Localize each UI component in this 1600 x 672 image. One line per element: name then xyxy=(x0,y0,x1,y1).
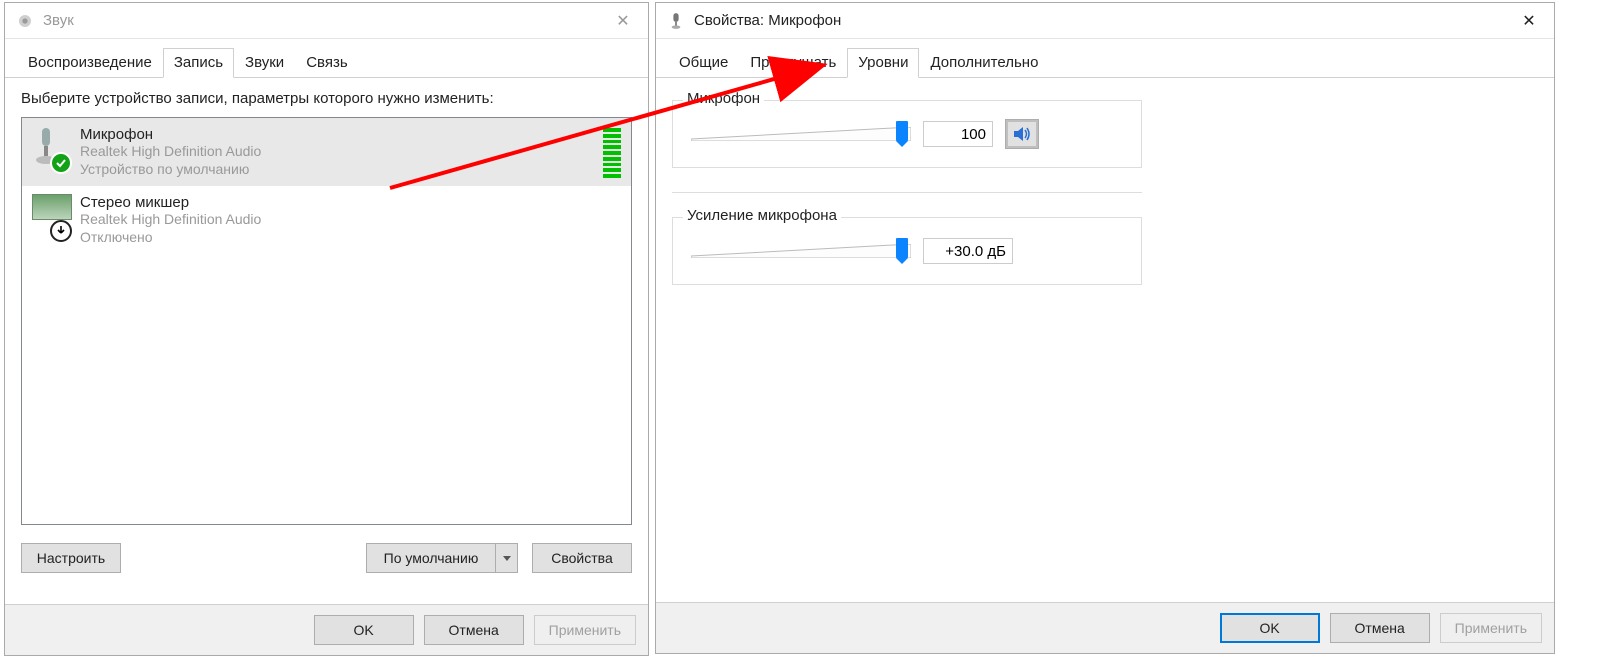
ok-button[interactable]: OK xyxy=(314,615,414,645)
device-list[interactable]: Микрофон Realtek High Definition Audio У… xyxy=(21,117,632,525)
device-status: Устройство по умолчанию xyxy=(80,161,621,179)
cancel-button[interactable]: Отмена xyxy=(424,615,524,645)
tab-general[interactable]: Общие xyxy=(668,48,739,78)
microphone-icon xyxy=(32,126,72,170)
group-legend: Микрофон xyxy=(683,90,764,107)
tab-communications[interactable]: Связь xyxy=(295,48,358,78)
tab-advanced[interactable]: Дополнительно xyxy=(919,48,1049,78)
mic-level-group: Микрофон 100 xyxy=(672,100,1142,168)
window-title: Звук xyxy=(43,12,74,29)
list-item[interactable]: Стерео микшер Realtek High Definition Au… xyxy=(22,186,631,254)
dialog-footer: OK Отмена Применить xyxy=(5,604,648,655)
apply-button[interactable]: Применить xyxy=(534,615,636,645)
window-title: Свойства: Микрофон xyxy=(694,12,841,29)
mic-level-slider[interactable] xyxy=(691,119,911,149)
tabstrip: Воспроизведение Запись Звуки Связь xyxy=(5,39,648,78)
mixer-icon xyxy=(32,194,72,238)
ok-button[interactable]: OK xyxy=(1220,613,1320,643)
close-icon[interactable]: ✕ xyxy=(608,11,638,31)
microphone-icon xyxy=(666,11,686,31)
slider-thumb[interactable] xyxy=(896,238,908,258)
divider xyxy=(672,192,1142,193)
mic-boost-slider[interactable] xyxy=(691,236,911,266)
cancel-button[interactable]: Отмена xyxy=(1330,613,1430,643)
speaker-icon xyxy=(15,11,35,31)
sound-dialog: Звук ✕ Воспроизведение Запись Звуки Связ… xyxy=(4,2,649,656)
slider-thumb[interactable] xyxy=(896,121,908,141)
device-driver: Realtek High Definition Audio xyxy=(80,143,621,161)
mic-boost-value[interactable]: +30.0 дБ xyxy=(923,238,1013,264)
instruction-text: Выберите устройство записи, параметры ко… xyxy=(21,90,632,107)
group-legend: Усиление микрофона xyxy=(683,207,841,224)
mic-boost-group: Усиление микрофона +30.0 дБ xyxy=(672,217,1142,285)
list-item[interactable]: Микрофон Realtek High Definition Audio У… xyxy=(22,118,631,186)
tabstrip: Общие Прослушать Уровни Дополнительно xyxy=(656,39,1554,78)
apply-button[interactable]: Применить xyxy=(1440,613,1542,643)
mic-level-value[interactable]: 100 xyxy=(923,121,993,147)
mute-button[interactable] xyxy=(1005,119,1039,149)
dialog-footer: OK Отмена Применить xyxy=(656,602,1554,653)
properties-button[interactable]: Свойства xyxy=(532,543,632,573)
tab-listen[interactable]: Прослушать xyxy=(739,48,847,78)
device-name: Микрофон xyxy=(80,126,621,143)
device-driver: Realtek High Definition Audio xyxy=(80,211,621,229)
mic-properties-dialog: Свойства: Микрофон ✕ Общие Прослушать Ур… xyxy=(655,2,1555,654)
device-name: Стерео микшер xyxy=(80,194,621,211)
chevron-down-icon[interactable] xyxy=(496,543,518,573)
check-icon xyxy=(50,152,72,174)
tab-levels[interactable]: Уровни xyxy=(847,48,919,78)
close-icon[interactable]: ✕ xyxy=(1514,11,1544,31)
titlebar[interactable]: Звук ✕ xyxy=(5,3,648,39)
tab-playback[interactable]: Воспроизведение xyxy=(17,48,163,78)
device-status: Отключено xyxy=(80,229,621,247)
default-dropdown[interactable]: По умолчанию xyxy=(366,543,518,573)
configure-button[interactable]: Настроить xyxy=(21,543,121,573)
titlebar[interactable]: Свойства: Микрофон ✕ xyxy=(656,3,1554,39)
arrow-down-icon xyxy=(50,220,72,242)
tab-sounds[interactable]: Звуки xyxy=(234,48,295,78)
tab-record[interactable]: Запись xyxy=(163,48,234,78)
default-button[interactable]: По умолчанию xyxy=(366,543,496,573)
level-meter xyxy=(603,128,621,178)
